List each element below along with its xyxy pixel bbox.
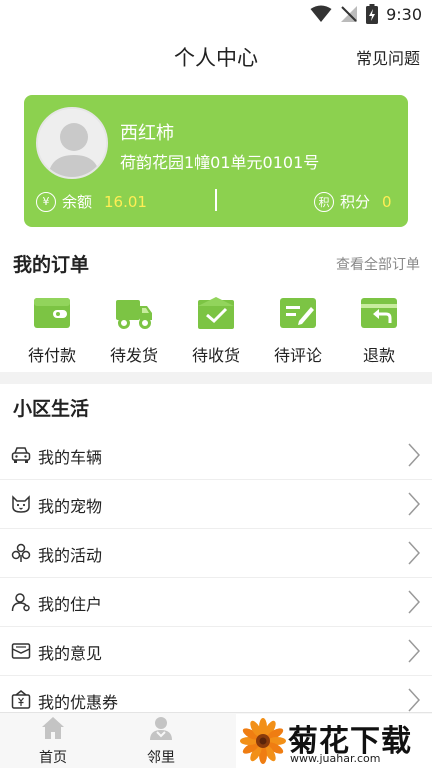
section-divider [0,372,432,384]
card-divider [215,189,217,211]
resident-icon [11,593,30,612]
refund-icon [361,298,397,328]
community-header: 小区生活 [0,394,432,424]
chevron-right-icon [408,639,420,663]
list-item-label: 我的车辆 [38,448,103,467]
activity-icon [11,543,31,562]
status-time: 9:30 [386,4,422,24]
orders-header: 我的订单 查看全部订单 [0,250,432,280]
order-pending-shipment[interactable]: 待发货 [92,296,176,366]
coupon-icon [11,690,31,709]
chevron-right-icon [408,492,420,516]
order-pending-review[interactable]: 待评论 [256,296,340,366]
avatar[interactable] [36,107,108,179]
order-refund[interactable]: 退款 [337,296,421,366]
balance-stat[interactable]: ¥ 余额 16.01 [36,191,147,212]
car-icon [11,447,31,463]
flower-logo [240,718,286,764]
list-item-label: 我的住户 [38,595,103,614]
neighbor-icon [150,717,172,740]
community-title: 小区生活 [13,398,90,420]
points-value: 0 [382,192,392,211]
view-all-orders-link[interactable]: 查看全部订单 [336,254,420,274]
user-name: 西红柿 [120,123,174,144]
order-label: 待收货 [191,346,240,365]
faq-link[interactable]: 常见问题 [356,45,420,69]
tab-label: 首页 [39,750,67,766]
watermark-url: www.juahar.com [290,752,381,765]
home-icon [42,717,64,739]
order-label: 待付款 [27,346,76,365]
chevron-right-icon [408,541,420,565]
order-label: 退款 [362,346,395,365]
points-stat[interactable]: 积 积分 0 [314,191,392,212]
list-item-residents[interactable]: 我的住户 [0,578,432,627]
chevron-right-icon [408,590,420,614]
wallet-icon [34,298,70,328]
cat-icon [12,495,30,513]
list-item-label: 我的意见 [38,644,103,663]
status-bar: 9:30 [0,0,432,30]
default-avatar-icon [38,109,106,177]
list-item-vehicles[interactable]: 我的车辆 [0,431,432,480]
truck-icon [116,300,152,329]
chevron-right-icon [408,443,420,467]
tab-neighbors[interactable]: 邻里 [116,713,206,767]
order-label: 待评论 [273,346,322,365]
review-icon [280,298,316,328]
list-item-label: 我的活动 [38,546,103,565]
list-item-pets[interactable]: 我的宠物 [0,480,432,529]
chevron-right-icon [408,688,420,712]
box-check-icon [198,297,234,329]
feedback-icon [11,643,31,659]
site-watermark: 菊花下载网 www.juahar.com [236,714,432,768]
list-item-activities[interactable]: 我的活动 [0,529,432,578]
list-item-label: 我的优惠券 [38,693,119,712]
user-address: 荷韵花园1幢01单元0101号 [120,153,320,172]
balance-label: 余额 [62,193,93,211]
wifi-icon [310,5,332,22]
points-label: 积分 [340,193,371,211]
no-signal-icon [341,6,358,22]
battery-charging-icon [366,4,379,24]
order-status-row: 待付款 待发货 待收货 待评论 退款 [0,296,432,366]
order-label: 待发货 [109,346,158,365]
order-pending-payment[interactable]: 待付款 [10,296,94,366]
order-pending-receipt[interactable]: 待收货 [174,296,258,366]
tab-home[interactable]: 首页 [8,713,98,767]
title-bar: 个人中心 常见问题 [0,32,432,80]
list-item-label: 我的宠物 [38,497,103,516]
balance-value: 16.01 [104,192,147,211]
profile-card[interactable]: 西红柿 荷韵花园1幢01单元0101号 ¥ 余额 16.01 积 积分 0 [24,95,408,227]
yuan-icon: ¥ [36,191,56,212]
list-item-feedback[interactable]: 我的意见 [0,627,432,676]
points-icon: 积 [314,191,334,212]
orders-title: 我的订单 [13,254,90,276]
tab-label: 邻里 [147,750,175,766]
